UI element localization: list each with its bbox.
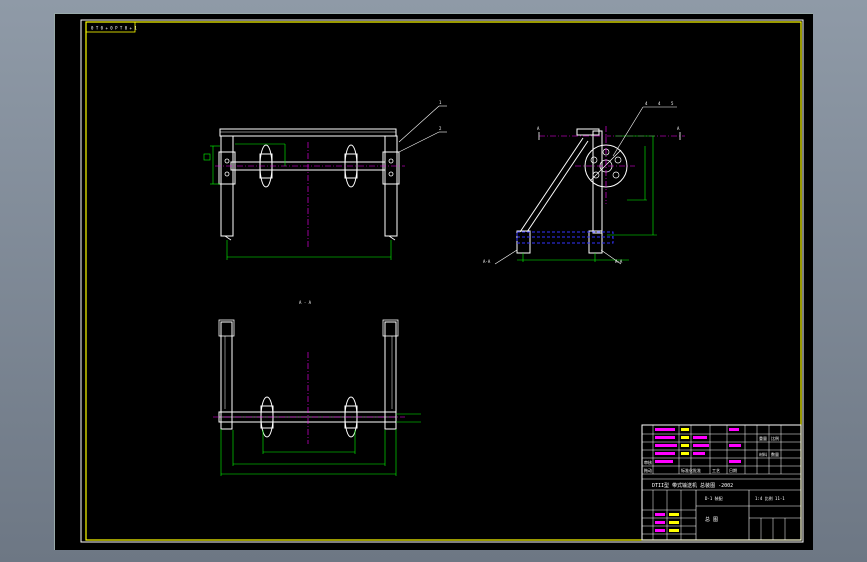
title-main: DTII型 带式输送机 总装图 -2002: [652, 482, 733, 489]
tb-cell-left-2: 标准化: [681, 467, 693, 473]
title-drawing-number: D-1 装配: [705, 495, 723, 501]
section-view-title: A - A: [299, 300, 312, 305]
view-marker-left: A: [537, 126, 540, 131]
base-label-right: A-A: [615, 259, 623, 264]
drawing-canvas: 0 T 0 + 0 P T 0 + 1 1 2 4 4 5 A A A-A A-…: [80, 19, 804, 543]
tb-cell-left-3: 批准: [693, 467, 701, 473]
section-view: [213, 319, 421, 476]
title-scale-field: 1:4 比例 11-1: [755, 495, 785, 501]
part-number-1: 1: [439, 100, 442, 105]
tb-cell-mid-3: 数量: [771, 451, 779, 457]
tb-cell-mid-1: 比例: [771, 435, 779, 441]
side-callout-1: 4: [645, 101, 648, 106]
title-name-row: 总 图: [705, 516, 718, 523]
title-block: 拖动 审核 标准化 批准 工艺 日期 重量 比例 材料 数量 DTII型 带式输…: [641, 424, 802, 541]
drawing-border: [80, 19, 804, 543]
tb-cell-left-1: 审核: [644, 459, 652, 465]
cad-viewport[interactable]: 0 T 0 + 0 P T 0 + 1 1 2 4 4 5 A A A-A A-…: [54, 13, 813, 550]
corner-tag-text: 0 T 0 + 0 P T 0 + 1: [91, 26, 137, 31]
drawing-frame: [85, 21, 802, 541]
side-callout-2: 4: [658, 101, 661, 106]
part-number-2: 2: [439, 126, 442, 131]
tb-cell-left-0: 拖动: [644, 467, 652, 473]
view-marker-right: A: [677, 126, 680, 131]
tb-cell-left-5: 日期: [729, 467, 737, 473]
tb-cell-left-4: 工艺: [712, 468, 720, 473]
front-view: [203, 105, 447, 260]
tb-cell-mid-0: 重量: [759, 435, 767, 441]
side-callout-3: 5: [671, 101, 674, 106]
side-view: [494, 106, 685, 265]
base-label-left: A-A: [483, 259, 491, 264]
tb-cell-mid-2: 材料: [759, 451, 767, 457]
